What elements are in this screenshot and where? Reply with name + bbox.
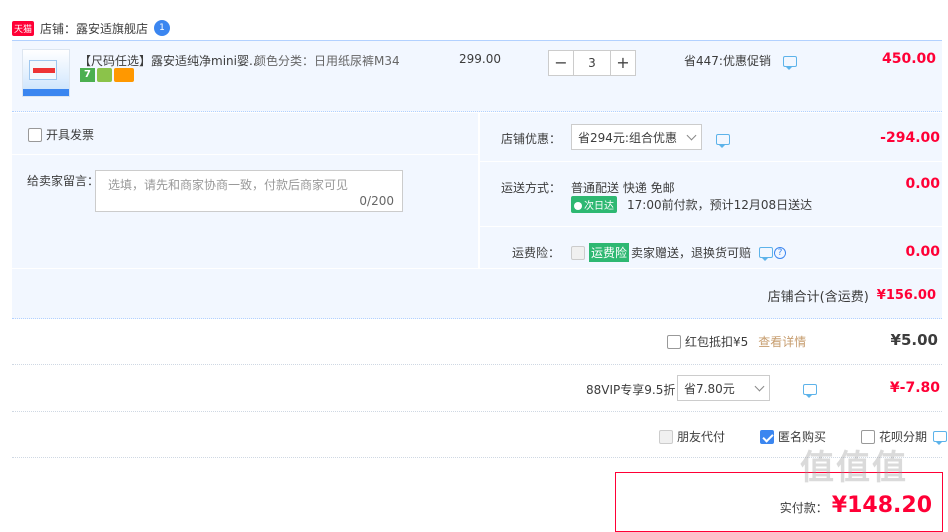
message-counter: 0/200 xyxy=(359,194,394,208)
item-title[interactable]: 【尺码任选】露安适纯净mini婴... xyxy=(79,52,260,69)
message-textarea[interactable]: 选填，请先和商家协商一致，付款后商家可见 0/200 xyxy=(95,170,403,212)
red-packet-amount: ¥5.00 xyxy=(890,331,938,349)
shipping-eta: 次日达 17:00前付款，预计12月08日送达 xyxy=(571,196,812,213)
shop-discount-selected: 省294元:组合优惠 xyxy=(578,130,677,145)
next-day-text: 次日达 xyxy=(584,201,614,212)
shop-total-label: 店铺合计(含运费) xyxy=(767,290,869,305)
final-payment-label: 实付款： xyxy=(779,501,828,515)
insurance-amount: 0.00 xyxy=(905,244,940,260)
message-label: 给卖家留言： xyxy=(27,174,100,188)
increase-quantity-button[interactable]: + xyxy=(610,50,636,76)
card-icon xyxy=(114,68,134,82)
item-unit-price: 299.00 xyxy=(459,52,501,66)
product-thumbnail[interactable] xyxy=(22,49,70,97)
final-payment-amount: ¥148.20 xyxy=(831,493,932,518)
invoice-checkbox[interactable] xyxy=(28,127,42,142)
chevron-down-icon xyxy=(754,381,765,391)
clock-icon xyxy=(574,202,582,210)
shop-total-amount: ¥156.00 xyxy=(876,288,936,303)
friend-pay-option: 朋友代付 xyxy=(659,428,725,445)
guarantee-icon xyxy=(97,68,112,82)
vip-amount: ¥-7.80 xyxy=(889,380,940,396)
vip-label: 88VIP专享9.5折 xyxy=(586,383,676,397)
anonymous-checkbox[interactable] xyxy=(760,429,774,444)
right-separator-2 xyxy=(479,226,942,227)
insurance-desc: 卖家赠送，退换货可赔 xyxy=(631,246,752,260)
vip-chat-icon[interactable] xyxy=(802,384,817,398)
huabei-chat-icon[interactable] xyxy=(933,431,948,445)
quantity-input[interactable]: 3 xyxy=(574,50,610,76)
message-placeholder: 选填，请先和商家协商一致，付款后商家可见 xyxy=(108,178,349,192)
shop-discount-amount: -294.00 xyxy=(880,130,940,146)
invoice-option[interactable]: 开具发票 xyxy=(28,126,94,143)
watermark-logo: 值值值 xyxy=(800,448,908,488)
thumb-package-stripe xyxy=(33,68,55,73)
item-total: 450.00 xyxy=(881,51,936,67)
shop-discount-select[interactable]: 省294元:组合优惠 xyxy=(571,124,702,150)
insurance-chat-icon[interactable] xyxy=(759,247,774,261)
shop-name[interactable]: 露安适旗舰店 xyxy=(76,20,148,37)
shop-total: 店铺合计(含运费) ¥156.00 xyxy=(768,286,936,305)
promo-chat-icon[interactable] xyxy=(782,56,797,70)
shop-label: 店铺： xyxy=(40,21,77,36)
red-packet-label: 红包抵扣¥5 xyxy=(685,335,749,349)
shop-discount-label: 店铺优惠： xyxy=(501,132,562,146)
left-panel-separator xyxy=(12,154,478,155)
shipping-amount: 0.00 xyxy=(905,176,940,192)
friend-pay-checkbox xyxy=(659,429,673,444)
right-separator-1 xyxy=(479,161,942,162)
shipping-method[interactable]: 普通配送 快递 免邮 xyxy=(571,179,675,196)
vip-divider xyxy=(12,411,942,412)
insurance-row: 运费险 卖家赠送，退换货可赔 ? xyxy=(571,243,787,262)
friend-pay-label: 朋友代付 xyxy=(677,430,726,444)
chat-dot-count: 1 xyxy=(159,23,165,33)
insurance-tag: 运费险 xyxy=(589,243,630,262)
shipping-label: 运送方式： xyxy=(501,181,562,195)
item-promo: 省447:优惠促销 xyxy=(684,52,797,70)
next-day-tag: 次日达 xyxy=(571,196,617,213)
shop-header: 天猫 店铺： 露安适旗舰店 1 xyxy=(12,18,171,38)
final-payment-row: 实付款： ¥148.20 xyxy=(780,493,932,518)
tmall-badge: 天猫 xyxy=(12,20,35,36)
discount-chat-icon[interactable] xyxy=(716,134,730,148)
red-packet-option[interactable]: 红包抵扣¥5 查看详情 xyxy=(667,333,806,350)
shop-chat-icon[interactable]: 1 xyxy=(154,20,171,36)
seven-day-return-icon: 7 xyxy=(80,68,95,82)
shipping-eta-text: 17:00前付款，预计12月08日送达 xyxy=(627,198,813,212)
thumb-footer-bar xyxy=(23,89,69,96)
decrease-quantity-button[interactable]: − xyxy=(548,50,574,76)
vip-selected: 省7.80元 xyxy=(684,381,735,396)
red-packet-checkbox[interactable] xyxy=(667,334,681,349)
help-icon[interactable]: ? xyxy=(774,246,787,259)
quantity-stepper[interactable]: − 3 + xyxy=(548,50,636,76)
insurance-label: 运费险： xyxy=(512,246,561,260)
item-spec: 颜色分类：日用纸尿裤M34 xyxy=(254,54,400,68)
vip-discount-select[interactable]: 省7.80元 xyxy=(677,375,770,401)
red-packet-divider xyxy=(12,364,942,365)
item-badges: 7 xyxy=(80,68,134,82)
invoice-label: 开具发票 xyxy=(46,128,95,142)
item-row xyxy=(12,40,942,112)
insurance-checkbox xyxy=(571,245,585,260)
chevron-down-icon xyxy=(686,130,697,140)
item-promo-text: 省447:优惠促销 xyxy=(684,54,771,68)
red-packet-details-link[interactable]: 查看详情 xyxy=(758,333,806,350)
